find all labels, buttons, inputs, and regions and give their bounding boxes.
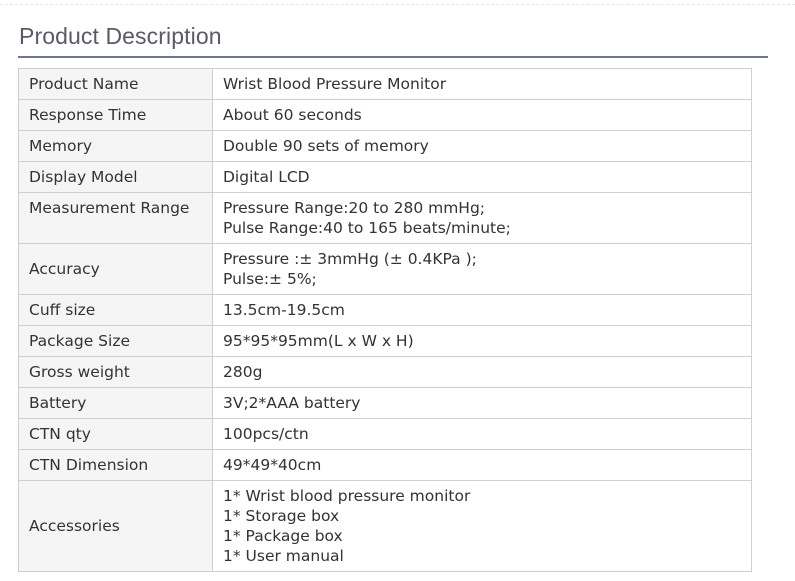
spec-value-line: 95*95*95mm(L x W x H) (223, 332, 414, 350)
table-row: Accessories 1* Wrist blood pressure moni… (18, 480, 752, 572)
spec-label: Accessories (18, 480, 213, 572)
product-spec-table: Product Name Wrist Blood Pressure Monito… (18, 68, 752, 572)
spec-value: Pressure :± 3mmHg (± 0.4KPa ); Pulse:± 5… (212, 243, 752, 295)
spec-value-line: Double 90 sets of memory (223, 137, 429, 155)
spec-label: Display Model (18, 161, 213, 193)
spec-label: Measurement Range (18, 192, 213, 244)
spec-label: Cuff size (18, 294, 213, 326)
table-row: Measurement Range Pressure Range:20 to 2… (18, 192, 752, 244)
spec-value-line: Pressure :± 3mmHg (± 0.4KPa ); (223, 250, 477, 268)
spec-label: Package Size (18, 325, 213, 357)
spec-label: Memory (18, 130, 213, 162)
spec-value: About 60 seconds (212, 99, 752, 131)
spec-label: Product Name (18, 68, 213, 100)
spec-value: 95*95*95mm(L x W x H) (212, 325, 752, 357)
table-row: Gross weight 280g (18, 356, 752, 388)
spec-value: 100pcs/ctn (212, 418, 752, 450)
spec-value: Digital LCD (212, 161, 752, 193)
table-row: Product Name Wrist Blood Pressure Monito… (18, 68, 752, 100)
spec-value-line: Pressure Range:20 to 280 mmHg; (223, 199, 486, 217)
spec-value-line: 1* Package box (223, 527, 343, 545)
spec-value: 13.5cm-19.5cm (212, 294, 752, 326)
spec-value-line: 1* Storage box (223, 507, 340, 525)
spec-label: Battery (18, 387, 213, 419)
spec-value-line: 280g (223, 363, 263, 381)
spec-value-line: Pulse Range:40 to 165 beats/minute; (223, 219, 511, 237)
spec-label: CTN qty (18, 418, 213, 450)
spec-value-line: Digital LCD (223, 168, 310, 186)
title-underline (18, 56, 768, 58)
spec-value-line: 13.5cm-19.5cm (223, 301, 345, 319)
section-title: Product Description (19, 23, 222, 49)
spec-value-line: 3V;2*AAA battery (223, 394, 361, 412)
top-dashed-divider (0, 4, 795, 5)
table-row: Display Model Digital LCD (18, 161, 752, 193)
spec-label: Gross weight (18, 356, 213, 388)
spec-label: Accuracy (18, 243, 213, 295)
spec-label: CTN Dimension (18, 449, 213, 481)
table-row: Cuff size 13.5cm-19.5cm (18, 294, 752, 326)
table-row: Accuracy Pressure :± 3mmHg (± 0.4KPa ); … (18, 243, 752, 295)
spec-value-line: Pulse:± 5%; (223, 270, 317, 288)
spec-value: 49*49*40cm (212, 449, 752, 481)
spec-value-line: About 60 seconds (223, 106, 362, 124)
spec-value: Pressure Range:20 to 280 mmHg; Pulse Ran… (212, 192, 752, 244)
spec-value: 1* Wrist blood pressure monitor 1* Stora… (212, 480, 752, 572)
table-row: Response Time About 60 seconds (18, 99, 752, 131)
spec-label: Response Time (18, 99, 213, 131)
spec-value: 280g (212, 356, 752, 388)
spec-value-line: 49*49*40cm (223, 456, 322, 474)
table-row: Package Size 95*95*95mm(L x W x H) (18, 325, 752, 357)
table-row: Battery 3V;2*AAA battery (18, 387, 752, 419)
spec-value-line: 1* Wrist blood pressure monitor (223, 487, 471, 505)
spec-value-line: Wrist Blood Pressure Monitor (223, 75, 447, 93)
table-row: Memory Double 90 sets of memory (18, 130, 752, 162)
table-row: CTN qty 100pcs/ctn (18, 418, 752, 450)
table-row: CTN Dimension 49*49*40cm (18, 449, 752, 481)
spec-value-line: 1* User manual (223, 547, 344, 565)
spec-value: 3V;2*AAA battery (212, 387, 752, 419)
spec-value: Wrist Blood Pressure Monitor (212, 68, 752, 100)
spec-value: Double 90 sets of memory (212, 130, 752, 162)
spec-value-line: 100pcs/ctn (223, 425, 309, 443)
